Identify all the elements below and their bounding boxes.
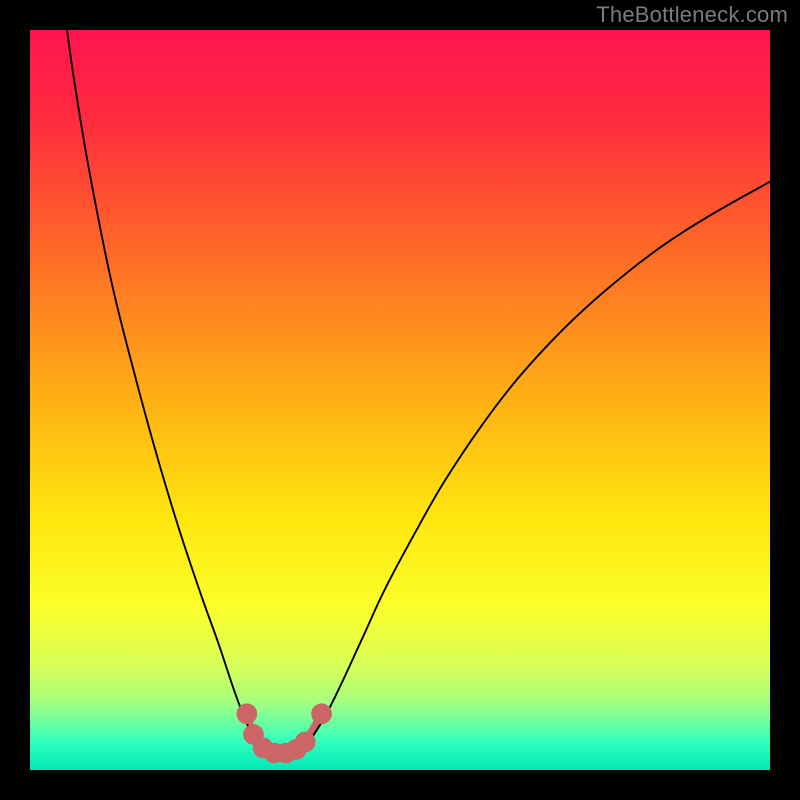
curve-marker (236, 703, 257, 724)
watermark-text: TheBottleneck.com (596, 2, 788, 28)
bottleneck-chart (30, 30, 770, 770)
curve-marker (311, 703, 332, 724)
curve-marker (295, 732, 316, 753)
chart-frame (30, 30, 770, 770)
